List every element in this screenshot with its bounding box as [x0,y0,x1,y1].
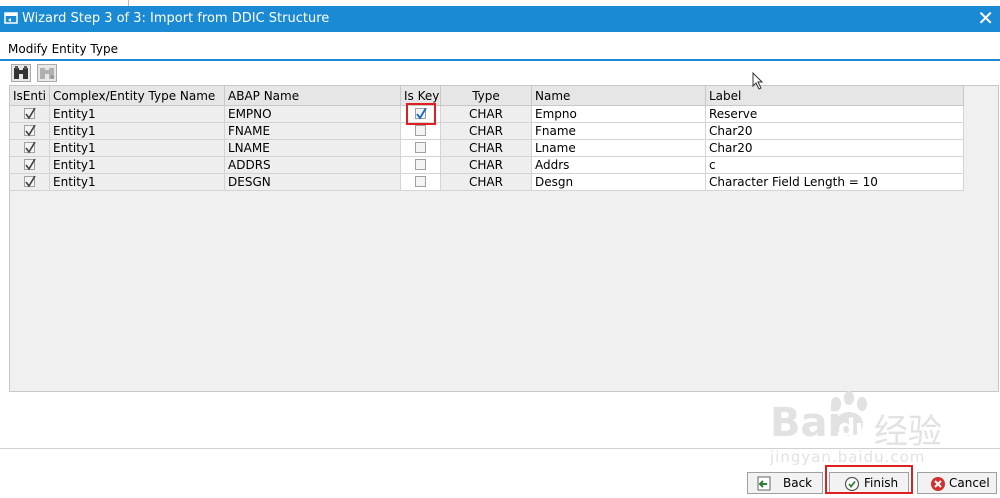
back-button[interactable]: Back [747,472,823,494]
header-entity-type-name[interactable]: Complex/Entity Type Name [50,86,225,105]
table-row[interactable]: Entity1 DESGN CHAR Desgn Character Field… [10,174,964,191]
header-abap-name[interactable]: ABAP Name [225,86,401,105]
mouse-cursor-icon [752,71,764,94]
checkbox-unchecked[interactable] [415,142,426,153]
table-row[interactable]: Entity1 EMPNO CHAR Empno Reserve [10,106,964,123]
header-label[interactable]: Label [706,86,964,105]
type-cell[interactable]: CHAR [441,123,532,140]
is-entity-cell[interactable] [10,106,50,123]
checkbox-unchecked[interactable] [415,159,426,170]
cancel-button[interactable]: Cancel [917,472,997,494]
abap-name-cell[interactable]: FNAME [225,123,401,140]
table-row[interactable]: Entity1 ADDRS CHAR Addrs c [10,157,964,174]
table-row[interactable]: Entity1 FNAME CHAR Fname Char20 [10,123,964,140]
is-key-cell[interactable] [401,140,441,157]
type-cell[interactable]: CHAR [441,157,532,174]
back-arrow-icon [757,476,773,498]
footer-divider [0,448,1000,449]
type-cell[interactable]: CHAR [441,174,532,191]
is-entity-cell[interactable] [10,157,50,174]
wizard-title-bar: Wizard Step 3 of 3: Import from DDIC Str… [0,6,1000,32]
checkbox-checked[interactable] [24,108,36,120]
table-row[interactable]: Entity1 LNAME CHAR Lname Char20 [10,140,964,157]
watermark-cn: 经验 [874,412,942,452]
is-key-highlight-box [406,103,436,125]
entity-type-cell[interactable]: Entity1 [50,157,225,174]
is-key-cell[interactable] [401,174,441,191]
section-title: Modify Entity Type [8,42,118,56]
find-button[interactable] [11,64,31,82]
cancel-label: Cancel [949,476,990,490]
name-cell[interactable]: Addrs [532,157,706,174]
is-entity-cell[interactable] [10,174,50,191]
grid-header: IsEnti Complex/Entity Type Name ABAP Nam… [10,86,964,106]
wizard-window-icon [4,11,18,25]
abap-name-cell[interactable]: EMPNO [225,106,401,123]
entity-type-grid: IsEnti Complex/Entity Type Name ABAP Nam… [9,85,999,392]
name-cell[interactable]: Desgn [532,174,706,191]
label-cell[interactable]: Reserve [706,106,964,123]
section-underline [0,59,1000,61]
wizard-title: Wizard Step 3 of 3: Import from DDIC Str… [22,11,330,26]
entity-type-cell[interactable]: Entity1 [50,106,225,123]
is-key-cell[interactable] [401,123,441,140]
label-cell[interactable]: Char20 [706,140,964,157]
header-name[interactable]: Name [532,86,706,105]
entity-type-cell[interactable]: Entity1 [50,174,225,191]
finish-highlight-box [825,465,913,494]
type-cell[interactable]: CHAR [441,106,532,123]
name-cell[interactable]: Fname [532,123,706,140]
checkbox-checked[interactable] [24,142,36,154]
binoculars-next-icon [38,66,56,85]
name-cell[interactable]: Empno [532,106,706,123]
cancel-icon [930,476,946,498]
checkbox-checked[interactable] [24,159,36,171]
header-is-entity[interactable]: IsEnti [10,86,50,105]
entity-type-cell[interactable]: Entity1 [50,140,225,157]
abap-name-cell[interactable]: ADDRS [225,157,401,174]
label-cell[interactable]: c [706,157,964,174]
label-cell[interactable]: Character Field Length = 10 [706,174,964,191]
is-key-cell[interactable] [401,157,441,174]
checkbox-unchecked[interactable] [415,125,426,136]
checkbox-checked[interactable] [24,125,36,137]
name-cell[interactable]: Lname [532,140,706,157]
entity-type-cell[interactable]: Entity1 [50,123,225,140]
checkbox-unchecked[interactable] [415,176,426,187]
binoculars-icon [12,66,30,85]
close-icon[interactable]: ✕ [977,7,994,29]
checkbox-checked[interactable] [24,176,36,188]
is-entity-cell[interactable] [10,140,50,157]
watermark-url: jingyan.baidu.com [770,448,926,466]
label-cell[interactable]: Char20 [706,123,964,140]
back-label: Back [783,476,813,490]
is-entity-cell[interactable] [10,123,50,140]
watermark-brand-du: du [838,414,873,442]
find-next-button[interactable] [37,64,57,82]
type-cell[interactable]: CHAR [441,140,532,157]
abap-name-cell[interactable]: DESGN [225,174,401,191]
header-type[interactable]: Type [441,86,532,105]
abap-name-cell[interactable]: LNAME [225,140,401,157]
